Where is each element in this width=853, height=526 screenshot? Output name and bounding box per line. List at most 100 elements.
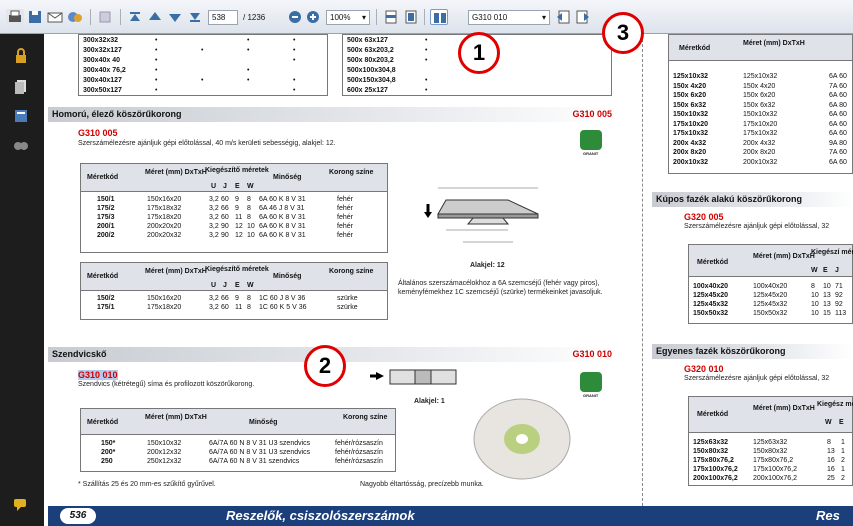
table-cell: • (425, 47, 428, 54)
comments-icon[interactable] (12, 496, 30, 512)
search-icon[interactable] (12, 138, 30, 154)
toolbar-separator (376, 9, 377, 25)
table-cell: 500x 63x203,2 (347, 47, 394, 54)
table-cell: 6A 60 (829, 92, 847, 99)
toolbar-separator (90, 9, 91, 25)
table-header-cell: E (235, 282, 240, 289)
section-title: Egyenes fazék köszörűkorong (652, 344, 853, 359)
collaborate-icon[interactable] (66, 9, 84, 25)
table-cell: 6A 46 J 8 V 31 (259, 205, 305, 212)
table-cell: 300x32x32 (83, 37, 119, 44)
table-cell: 92 (835, 292, 843, 299)
last-page-icon[interactable] (186, 9, 204, 25)
table-header-cell: E (823, 267, 828, 274)
granit-logo-text: GRANIT (583, 151, 599, 156)
print-icon[interactable] (6, 9, 24, 25)
table-cell: • (155, 77, 158, 84)
table-cell: 6A 60 (829, 120, 847, 128)
pages-icon[interactable] (12, 78, 30, 94)
table-cell: fehér (337, 232, 353, 239)
table-cell: 500x150x304,8 (347, 77, 396, 84)
abrasive-note: Általános szerszámacélokhoz a 6A szemcsé… (398, 280, 603, 296)
table-cell: • (293, 47, 296, 54)
table-cell: • (293, 87, 296, 94)
zoom-in-icon[interactable] (304, 9, 322, 25)
table-cell: 66 (221, 295, 229, 302)
table-header-cell: J (223, 183, 227, 190)
find-input[interactable]: G310 010 ▾ (468, 10, 550, 25)
table-cell: 175x18x20 (147, 304, 182, 311)
table-cell: 200x12x32 (147, 449, 182, 456)
lock-icon[interactable] (12, 48, 30, 64)
find-next-icon[interactable] (574, 9, 592, 25)
table-header-cell: U (211, 183, 217, 190)
table-cell: 150/1 (97, 196, 115, 203)
table-cell: 100x40x20 (693, 283, 729, 290)
table-cell: 9 (235, 205, 239, 212)
table-cell: 3,2 (209, 196, 219, 203)
table-cell: 150x 6x20 (673, 92, 707, 99)
find-previous-icon[interactable] (554, 9, 572, 25)
table-header-cell: W (247, 183, 254, 190)
section-title: Homorú, élező köszörűkorong G310 005 (48, 107, 618, 122)
page-number: 536 (60, 508, 96, 524)
product-code: G310 005 (78, 128, 118, 138)
section-title-text: Kúpos fazék alakú köszörűkorong (656, 194, 803, 204)
table-cell: 150x 6x20 (743, 92, 776, 99)
wheel-diagram-12 (424, 187, 539, 243)
table-cell: 150x10x32 (147, 440, 182, 447)
table-cell: 6A/7A 60 N 8 V 31 szendvics (209, 458, 300, 465)
table-cell: 125x63x32 (753, 439, 788, 446)
email-icon[interactable] (46, 9, 64, 25)
table-header-cell: Méretkód (87, 273, 119, 280)
table-cell: 300x40x127 (83, 77, 122, 84)
zoom-out-icon[interactable] (286, 9, 304, 25)
table-header-cell: E (235, 183, 240, 190)
reading-mode-icon[interactable] (430, 9, 448, 25)
table-cell: 175x18x32 (147, 205, 182, 212)
table-header-cell: Minőség (273, 273, 302, 280)
table-cell: 200x 8x20 (743, 149, 776, 156)
table-cell: fehér/rózsaszín (335, 449, 383, 456)
footer-title-right: Res (816, 508, 840, 523)
zoom-select[interactable]: 100% ▾ (326, 10, 370, 25)
sign-icon[interactable] (96, 9, 114, 25)
attachments-icon[interactable] (12, 108, 30, 124)
table-cell: 200/2 (97, 232, 115, 239)
table-cell: • (247, 67, 250, 74)
table-cell: 150x16x20 (147, 196, 182, 203)
table-cell: • (293, 57, 296, 64)
table-header-cell: W (247, 282, 254, 289)
table-header-cell: Korong színe (329, 268, 374, 275)
fit-width-icon[interactable] (382, 9, 400, 25)
table-cell: • (155, 67, 158, 74)
table-cell: fehér (337, 205, 353, 212)
table-header-cell: Kiegészítő méretek (205, 266, 269, 273)
wheel-diagram-1 (370, 369, 457, 385)
page-divider (642, 34, 643, 506)
table-header-cell: Méret (mm) DxTxH (753, 405, 815, 412)
table-cell: 3,2 (209, 223, 219, 230)
first-page-icon[interactable] (126, 9, 144, 25)
next-page-icon[interactable] (166, 9, 184, 25)
table-cell: 60 (221, 304, 229, 311)
table-header-cell: Korong színe (329, 169, 374, 176)
table-cell: 150x 6x32 (673, 101, 707, 109)
table-header-cell: Minőség (273, 174, 302, 181)
fit-page-icon[interactable] (402, 9, 420, 25)
table-cell: • (247, 77, 250, 84)
save-icon[interactable] (26, 9, 44, 25)
table-cell: 300x50x127 (83, 87, 122, 94)
table-cell: 25 (827, 475, 835, 482)
kupos-table: Méretkód Méret (mm) DxTxHKiegészí méreté W… (688, 244, 853, 324)
table-cell: 175/1 (97, 304, 115, 311)
table-cell: 175x80x76,2 (753, 457, 794, 464)
zoom-value: 100% (330, 13, 351, 22)
product-description: Szerszámélezésre ajánljuk gépi előtoláss… (684, 223, 830, 230)
table-cell: 7A 60 (829, 149, 847, 156)
previous-page-icon[interactable] (146, 9, 164, 25)
annotation-circle-2: 2 (304, 345, 346, 387)
table-cell: 100x40x20 (753, 283, 788, 290)
page-number-input[interactable]: 538 (208, 10, 238, 25)
product-description: Szerszámélezésre ajánljuk gépi előtoláss… (684, 375, 830, 382)
